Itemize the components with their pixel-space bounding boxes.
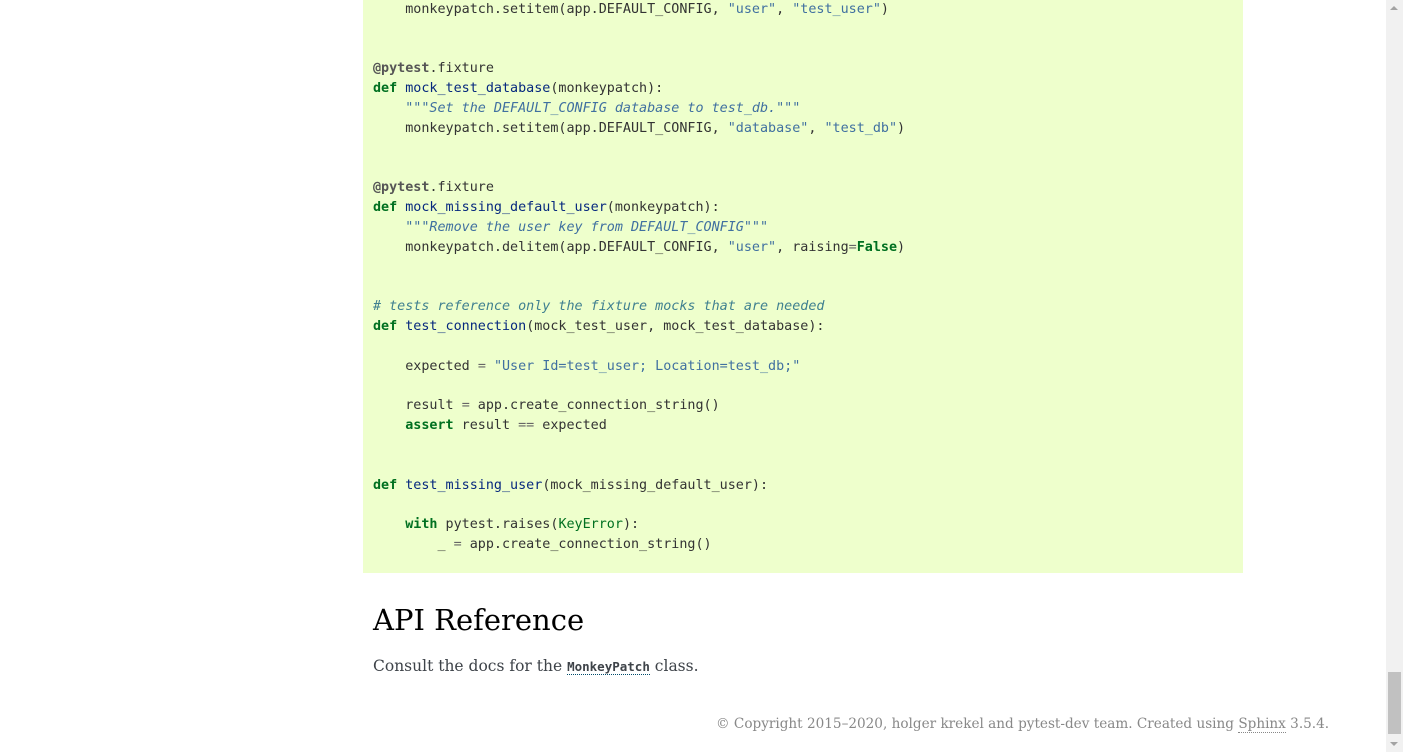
code-token: def bbox=[373, 81, 398, 97]
code-token: (mock_test_user, mock_test_database): bbox=[526, 319, 825, 335]
code-line: monkeypatch.delitem(app.DEFAULT_CONFIG, … bbox=[373, 238, 905, 258]
sphinx-version: 3.5.4. bbox=[1285, 716, 1330, 732]
code-token: test_connection bbox=[405, 319, 527, 335]
code-token: assert bbox=[405, 418, 454, 434]
copyright-text: © Copyright 2015–2020, holger krekel and… bbox=[716, 716, 1239, 732]
code-token: = bbox=[453, 537, 462, 553]
section-heading-api-reference: API Reference bbox=[373, 603, 585, 637]
paragraph-text-after: class. bbox=[649, 657, 699, 675]
code-token: "user" bbox=[727, 239, 777, 255]
code-token: test_missing_user bbox=[405, 477, 543, 493]
vertical-scrollbar[interactable] bbox=[1386, 0, 1403, 752]
code-listing: """Set the DEFAULT_CONFIG user to test_u… bbox=[373, 0, 905, 555]
code-token: # tests reference only the fixture mocks… bbox=[373, 299, 825, 315]
code-token: = bbox=[848, 239, 857, 255]
code-token: mock_test_database bbox=[405, 81, 551, 97]
code-token: monkeypatch.setitem(app.DEFAULT_CONFIG, bbox=[373, 120, 728, 136]
code-token: .fixture bbox=[429, 61, 494, 77]
code-token: app.create_connection_string() bbox=[461, 537, 712, 553]
code-line: def test_connection(mock_test_user, mock… bbox=[373, 317, 905, 337]
code-token: result bbox=[373, 398, 462, 414]
api-reference-paragraph: Consult the docs for the MonkeyPatch cla… bbox=[373, 655, 699, 678]
code-token: (monkeypatch): bbox=[606, 200, 720, 216]
code-line: def mock_missing_default_user(monkeypatc… bbox=[373, 198, 905, 218]
code-token: monkeypatch.delitem(app.DEFAULT_CONFIG, bbox=[373, 239, 728, 255]
code-token: @pytest bbox=[373, 180, 430, 196]
code-token: "test_user" bbox=[792, 1, 881, 17]
code-token: pytest.raises( bbox=[437, 517, 559, 533]
code-token: with bbox=[405, 517, 438, 533]
code-line: def mock_test_database(monkeypatch): bbox=[373, 79, 905, 99]
code-token: ) bbox=[897, 120, 906, 136]
code-token: mock_missing_default_user bbox=[405, 200, 607, 216]
code-token: = bbox=[461, 398, 470, 414]
code-token: , raising bbox=[776, 239, 849, 255]
code-token: app.create_connection_string() bbox=[469, 398, 720, 414]
code-token: KeyError bbox=[558, 517, 623, 533]
docs-page: """Set the DEFAULT_CONFIG user to test_u… bbox=[0, 0, 1403, 752]
code-token: @pytest bbox=[373, 61, 430, 77]
code-line: def test_missing_user(mock_missing_defau… bbox=[373, 476, 905, 496]
code-line: """Remove the user key from DEFAULT_CONF… bbox=[373, 218, 905, 238]
footer: © Copyright 2015–2020, holger krekel and… bbox=[716, 714, 1329, 734]
code-token: expected bbox=[534, 418, 607, 434]
code-line: assert result == expected bbox=[373, 416, 905, 436]
paragraph-text-before: Consult the docs for the bbox=[373, 657, 568, 675]
code-line: # tests reference only the fixture mocks… bbox=[373, 297, 905, 317]
code-block: """Set the DEFAULT_CONFIG user to test_u… bbox=[363, 0, 1243, 573]
code-token: """Set the DEFAULT_CONFIG database to te… bbox=[373, 100, 801, 116]
code-line: """Set the DEFAULT_CONFIG database to te… bbox=[373, 99, 905, 119]
scroll-up-arrow-icon[interactable] bbox=[1386, 0, 1403, 17]
sphinx-link[interactable]: Sphinx bbox=[1238, 716, 1286, 733]
code-token: monkeypatch.setitem(app.DEFAULT_CONFIG, bbox=[373, 1, 728, 17]
code-line: @pytest.fixture bbox=[373, 178, 905, 198]
code-token: "database" bbox=[727, 120, 809, 136]
code-line: result = app.create_connection_string() bbox=[373, 396, 905, 416]
code-token: ) bbox=[880, 1, 889, 17]
code-token: "User Id=test_user; Location=test_db;" bbox=[493, 358, 801, 374]
code-token: (monkeypatch): bbox=[550, 81, 664, 97]
code-line: _ = app.create_connection_string() bbox=[373, 535, 905, 555]
code-token: .fixture bbox=[429, 180, 494, 196]
code-token: (mock_missing_default_user): bbox=[542, 477, 769, 493]
code-token: def bbox=[373, 319, 398, 335]
code-token: , bbox=[808, 120, 825, 136]
code-line: with pytest.raises(KeyError): bbox=[373, 515, 905, 535]
code-token: _ bbox=[373, 537, 454, 553]
scroll-down-arrow-icon[interactable] bbox=[1386, 735, 1403, 752]
code-token: result bbox=[453, 418, 519, 434]
code-token: def bbox=[373, 477, 398, 493]
code-line: monkeypatch.setitem(app.DEFAULT_CONFIG, … bbox=[373, 119, 905, 139]
scrollbar-thumb[interactable] bbox=[1388, 672, 1401, 734]
code-token: expected bbox=[373, 358, 478, 374]
code-token: = bbox=[477, 358, 486, 374]
code-token: , bbox=[776, 1, 793, 17]
code-token: "user" bbox=[727, 1, 777, 17]
monkeypatch-class-link[interactable]: MonkeyPatch bbox=[567, 659, 650, 675]
code-token: ): bbox=[622, 517, 640, 533]
code-token: def bbox=[373, 200, 398, 216]
code-line: @pytest.fixture bbox=[373, 59, 905, 79]
code-token: """Remove the user key from DEFAULT_CONF… bbox=[373, 219, 769, 235]
code-line: monkeypatch.setitem(app.DEFAULT_CONFIG, … bbox=[373, 0, 905, 20]
code-token: False bbox=[856, 239, 898, 255]
code-token: ) bbox=[897, 239, 906, 255]
code-line: expected = "User Id=test_user; Location=… bbox=[373, 357, 905, 377]
code-token: == bbox=[518, 418, 535, 434]
code-token: "test_db" bbox=[824, 120, 898, 136]
